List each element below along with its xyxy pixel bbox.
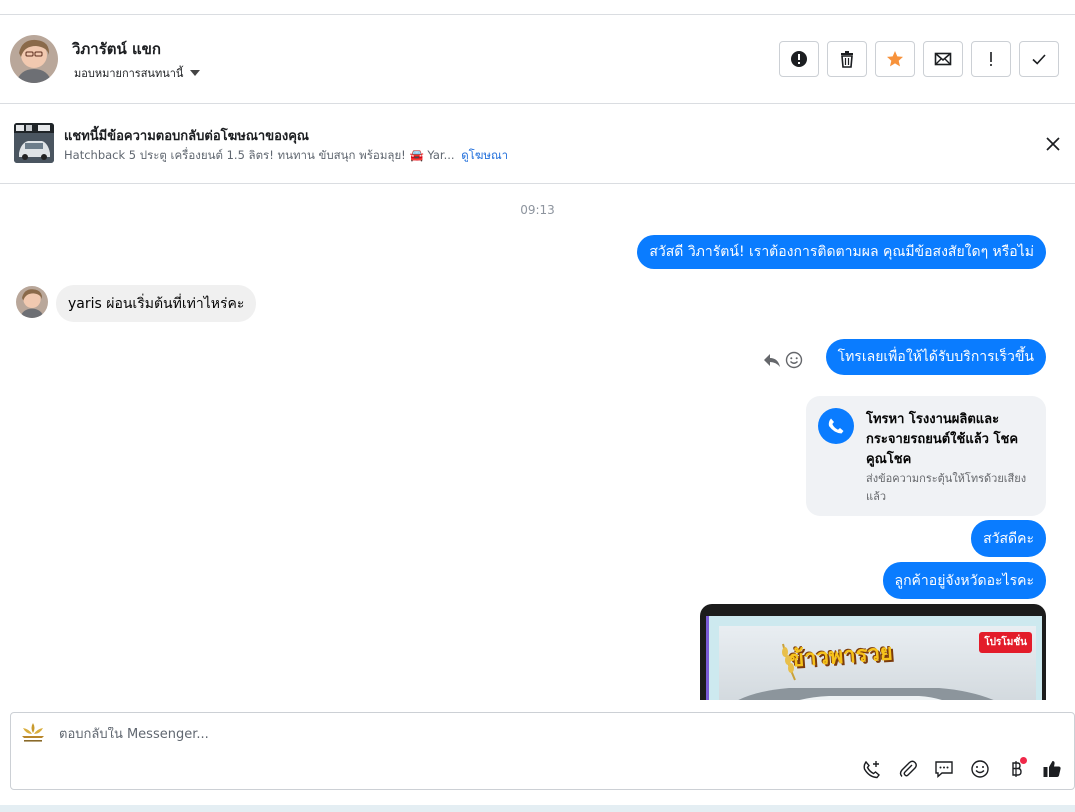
trash-icon	[841, 51, 853, 68]
header-actions	[779, 41, 1059, 77]
contact-avatar[interactable]	[10, 35, 58, 83]
message-actions	[763, 351, 803, 369]
message-input[interactable]	[59, 727, 759, 742]
outgoing-message[interactable]: ลูกค้าอยู่จังหวัดอะไรคะ	[882, 562, 1046, 599]
star-button[interactable]	[875, 41, 915, 77]
top-divider	[0, 0, 1075, 15]
attach-file-button[interactable]	[896, 757, 920, 781]
call-card-title: โทรหา โรงงานผลิตและกระจายรถยนต์ใช้แล้ว โ…	[866, 412, 1019, 467]
close-banner-button[interactable]	[1043, 134, 1063, 154]
mark-done-button[interactable]	[1019, 41, 1059, 77]
ad-description-text: Hatchback 5 ประตู เครื่องยนต์ 1.5 ลิตร! …	[64, 148, 455, 162]
notification-dot	[1020, 757, 1027, 764]
star-icon	[887, 51, 903, 67]
promo-badge: โปรโมชั่น	[979, 632, 1032, 653]
exclamation-icon	[990, 52, 992, 66]
emoji-icon[interactable]	[785, 351, 803, 369]
call-request-card[interactable]: โทรหา โรงงานผลิตและกระจายรถยนต์ใช้แล้ว โ…	[806, 396, 1046, 516]
outgoing-message[interactable]: โทรเลยเพื่อให้ได้รับบริการเร็วขึ้น	[825, 339, 1046, 375]
mark-unread-button[interactable]	[923, 41, 963, 77]
emoji-icon	[971, 760, 989, 778]
composer-toolbar	[860, 757, 1064, 781]
like-button[interactable]	[1040, 757, 1064, 781]
message-thread[interactable]: 09:13 สวัสดี วิภารัตน์! เราต้องการติดตาม…	[0, 185, 1075, 700]
view-ad-link[interactable]: ดูโฆษณา	[461, 148, 508, 162]
payment-button[interactable]	[1004, 757, 1028, 781]
outgoing-message[interactable]: สวัสดี วิภารัตน์! เราต้องการติดตามผล คุณ…	[637, 235, 1046, 269]
car-silhouette-icon	[738, 688, 994, 700]
reply-composer	[10, 712, 1075, 790]
assign-conversation-dropdown[interactable]: มอบหมายการสนทนานี้	[74, 64, 201, 82]
emoji-button[interactable]	[968, 757, 992, 781]
promo-image-stage: ข้าวพารวย โปรโมชั่น	[719, 626, 1036, 700]
reply-icon[interactable]	[763, 351, 781, 369]
assign-label: มอบหมายการสนทนานี้	[74, 67, 184, 80]
close-icon	[1046, 137, 1060, 151]
contact-avatar-small	[16, 286, 48, 318]
ad-reply-banner: แชทนี้มีข้อความตอบกลับต่อโฆษณาของคุณ Hat…	[0, 104, 1075, 184]
contact-name: วิภารัตน์ แขก	[72, 40, 162, 58]
ad-thumbnail[interactable]	[14, 123, 54, 163]
thumbs-up-icon	[1043, 761, 1061, 777]
paperclip-icon	[899, 760, 917, 777]
alert-circle-icon	[791, 51, 807, 67]
check-icon	[1032, 54, 1046, 65]
outgoing-message[interactable]: สวัสดีคะ	[971, 520, 1046, 557]
follow-up-button[interactable]	[971, 41, 1011, 77]
delete-button[interactable]	[827, 41, 867, 77]
promo-image-frame: ข้าวพารวย โปรโมชั่น	[706, 616, 1042, 700]
incoming-message[interactable]: yaris ผ่อนเริ่มต้นที่เท่าไหร่คะ	[56, 285, 257, 322]
ad-banner-title: แชทนี้มีข้อความตอบกลับต่อโฆษณาของคุณ	[64, 129, 309, 144]
phone-plus-icon	[863, 760, 880, 779]
chat-bubble-icon	[935, 761, 953, 779]
phone-icon	[818, 408, 854, 444]
saved-replies-button[interactable]	[932, 757, 956, 781]
page-logo	[20, 722, 46, 744]
caret-down-icon	[190, 70, 201, 76]
promo-headline: ข้าวพารวย	[788, 639, 894, 673]
call-card-subtitle: ส่งข้อความกระตุ้นให้โทรด้วยเสียงแล้ว	[866, 472, 1027, 503]
add-call-button[interactable]	[860, 757, 884, 781]
envelope-icon	[934, 52, 952, 66]
conversation-header: วิภารัตน์ แขก มอบหมายการสนทนานี้	[0, 15, 1075, 104]
ad-banner-description: Hatchback 5 ประตู เครื่องยนต์ 1.5 ลิตร! …	[64, 147, 508, 165]
spam-button[interactable]	[779, 41, 819, 77]
promo-image-attachment[interactable]: ข้าวพารวย โปรโมชั่น	[700, 604, 1046, 700]
bottom-strip	[0, 805, 1075, 812]
message-timestamp: 09:13	[520, 203, 555, 217]
